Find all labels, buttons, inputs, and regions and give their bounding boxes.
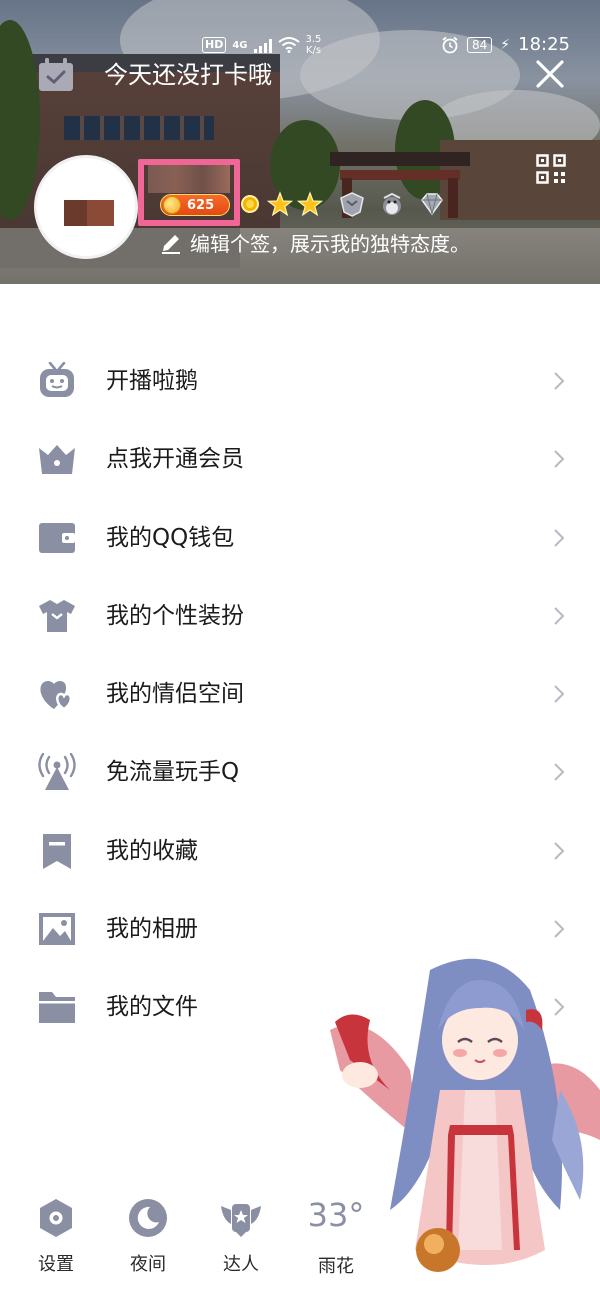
hd-indicator: HD xyxy=(202,37,227,53)
folder-icon xyxy=(39,992,75,1024)
qr-code-icon[interactable] xyxy=(536,154,566,184)
chevron-right-icon xyxy=(554,607,565,625)
calendar-check-icon[interactable] xyxy=(38,58,74,92)
expert-button[interactable]: 达人 xyxy=(205,1192,277,1282)
menu-item-couple[interactable]: 我的情侣空间 xyxy=(0,655,600,733)
expert-label: 达人 xyxy=(223,1254,259,1275)
level-badges[interactable] xyxy=(236,190,446,218)
menu-item-label: 我的文件 xyxy=(106,994,198,1021)
star-level-icon xyxy=(296,190,324,218)
menu-item-label: 开播啦鹅 xyxy=(106,368,198,394)
status-bar: HD 4G 3.5 K/s 84 ⚡ 18:25 xyxy=(0,32,600,58)
menu-item-label: 我的情侣空间 xyxy=(106,681,244,708)
menu-item-label: 我的QQ钱包 xyxy=(106,524,235,551)
menu-item-favorites[interactable]: 我的收藏 xyxy=(0,812,600,890)
coin-count: 625 xyxy=(187,197,215,213)
weather-button[interactable]: 33° 雨花 xyxy=(300,1192,372,1282)
settings-button[interactable]: 设置 xyxy=(20,1192,92,1282)
night-mode-button[interactable]: 夜间 xyxy=(112,1192,184,1282)
alarm-icon xyxy=(442,36,458,53)
chevron-right-icon xyxy=(554,685,565,703)
menu-item-live[interactable]: 开播啦鹅 xyxy=(0,342,600,420)
penguin-badge-icon xyxy=(378,190,406,218)
crown-icon xyxy=(39,445,75,475)
weather-city: 雨花 xyxy=(318,1256,354,1277)
profile-drawer: HD 4G 3.5 K/s 84 ⚡ 18:25 今天还没打卡哦 625 编辑个… xyxy=(0,0,600,1300)
drawer-menu: 开播啦鹅 点我开通会员 我的QQ钱包 我的个性装扮 我的情侣空间 免流量玩手Q … xyxy=(0,342,600,1047)
menu-item-theme[interactable]: 我的个性装扮 xyxy=(0,577,600,655)
chevron-right-icon xyxy=(554,842,565,860)
diamond-badge-icon xyxy=(418,190,446,218)
signature-text: 编辑个签，展示我的独特态度。 xyxy=(190,232,470,256)
sun-level-icon xyxy=(236,190,264,218)
photo-icon xyxy=(39,913,75,946)
signal-icon xyxy=(253,37,272,53)
night-mode-label: 夜间 xyxy=(130,1254,166,1275)
hearts-icon xyxy=(40,681,72,711)
settings-label: 设置 xyxy=(38,1254,74,1275)
checkin-prompt[interactable]: 今天还没打卡哦 xyxy=(104,58,272,92)
edit-signature[interactable]: 编辑个签，展示我的独特态度。 xyxy=(160,228,470,257)
bookmark-icon xyxy=(43,833,71,869)
chevron-right-icon xyxy=(554,450,565,469)
network-type: 4G xyxy=(232,39,248,51)
menu-item-label: 点我开通会员 xyxy=(106,446,244,473)
gear-icon xyxy=(40,1199,72,1237)
pencil-icon xyxy=(162,234,180,254)
wallet-icon xyxy=(39,522,75,553)
coin-badge[interactable]: 625 xyxy=(160,194,230,216)
tshirt-icon xyxy=(39,599,75,632)
clock: 18:25 xyxy=(518,34,570,55)
shield-badge-icon xyxy=(338,190,366,218)
star-level-icon xyxy=(266,190,294,218)
menu-item-label: 我的相册 xyxy=(106,916,198,943)
menu-item-free-data[interactable]: 免流量玩手Q xyxy=(0,733,600,811)
menu-item-vip[interactable]: 点我开通会员 xyxy=(0,420,600,498)
moon-icon xyxy=(129,1199,167,1237)
winged-badge-icon xyxy=(221,1204,261,1237)
menu-item-label: 我的个性装扮 xyxy=(106,602,244,629)
charging-icon: ⚡ xyxy=(500,36,511,53)
chevron-right-icon xyxy=(554,920,565,938)
menu-item-label: 免流量玩手Q xyxy=(106,759,240,786)
battery-level: 84 xyxy=(467,36,493,53)
chevron-right-icon xyxy=(554,372,565,390)
chevron-right-icon xyxy=(554,528,565,547)
menu-item-wallet[interactable]: 我的QQ钱包 xyxy=(0,499,600,577)
coin-icon xyxy=(163,196,181,214)
temperature-value: 33° xyxy=(307,1196,365,1234)
avatar[interactable] xyxy=(34,155,138,259)
close-icon[interactable] xyxy=(532,56,568,92)
chevron-right-icon xyxy=(554,763,565,782)
menu-item-label: 我的收藏 xyxy=(106,837,198,864)
wifi-icon xyxy=(277,37,300,53)
bottom-toolbar: 设置 夜间 达人 33° 雨花 xyxy=(0,1192,420,1282)
network-speed: 3.5 K/s xyxy=(305,34,322,56)
tv-robot-icon xyxy=(40,362,74,397)
profile-header: HD 4G 3.5 K/s 84 ⚡ 18:25 今天还没打卡哦 625 编辑个… xyxy=(0,0,600,284)
antenna-icon xyxy=(38,753,76,791)
